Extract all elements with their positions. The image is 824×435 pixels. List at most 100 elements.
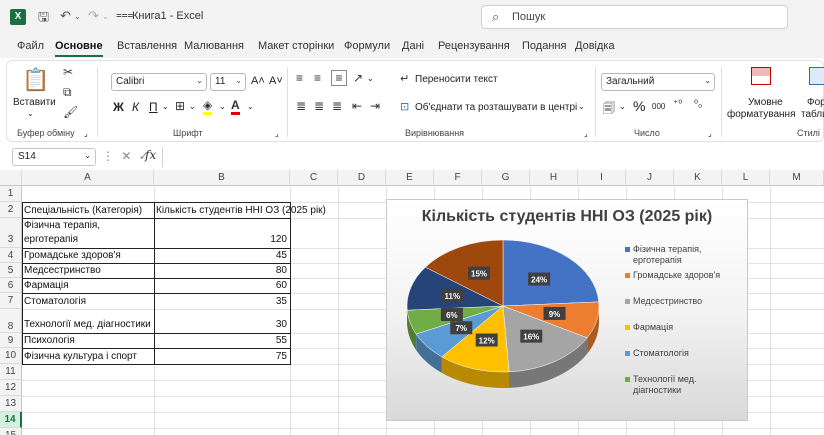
number-launcher-icon[interactable]: ⌟ [708, 129, 712, 138]
table-cell-value[interactable]: 45 [154, 249, 289, 263]
increase-font-button[interactable]: A˄ [251, 75, 265, 87]
column-header-b[interactable]: B [154, 170, 290, 186]
save-icon[interactable]: 🖫 [38, 8, 49, 30]
column-header-f[interactable]: F [434, 170, 482, 186]
alignment-launcher-icon[interactable]: ⌟ [584, 129, 588, 138]
column-header-l[interactable]: L [722, 170, 770, 186]
font-color-icon[interactable]: A [231, 98, 240, 115]
column-header-d[interactable]: D [338, 170, 386, 186]
tab-page-layout[interactable]: Макет сторінки [258, 40, 334, 52]
row-header-1[interactable]: 1 [0, 186, 22, 202]
table-cell-value[interactable]: 60 [154, 279, 289, 293]
undo-icon[interactable]: ↶ [60, 8, 71, 24]
table-cell-category[interactable]: Технології мед. діагностики [22, 318, 154, 332]
table-header-category[interactable]: Спеціальність (Категорія) [22, 203, 154, 218]
underline-dropdown-icon[interactable]: ⌄ [162, 102, 169, 111]
table-cell-value[interactable]: 120 [154, 233, 289, 247]
row-header-8[interactable]: 8 [0, 309, 22, 333]
table-cell-value[interactable]: 35 [154, 294, 289, 309]
borders-icon[interactable]: ⊞ [175, 99, 185, 113]
row-header-14[interactable]: 14 [0, 412, 22, 428]
table-cell-value[interactable]: 75 [154, 349, 289, 364]
table-cell-category[interactable]: Медсестринство [22, 264, 154, 278]
bold-button[interactable]: Ж [113, 100, 124, 114]
row-header-7[interactable]: 7 [0, 293, 22, 309]
column-header-e[interactable]: E [386, 170, 434, 186]
paste-dropdown-icon[interactable]: ⌄ [27, 109, 34, 118]
tab-home[interactable]: Основне [55, 40, 103, 57]
worksheet-grid[interactable]: A B C D E F G H I J K L M 1 2 3 4 5 6 7 … [0, 170, 824, 435]
font-color-dropdown-icon[interactable]: ⌄ [247, 102, 254, 111]
decrease-indent-icon[interactable]: ⇤ [352, 99, 362, 113]
tab-insert[interactable]: Вставлення [117, 40, 177, 52]
merge-center-icon[interactable]: ⊡ [400, 100, 409, 113]
align-center-icon[interactable]: ≣ [314, 99, 324, 113]
fill-color-dropdown-icon[interactable]: ⌄ [219, 102, 226, 111]
format-as-table-icon[interactable] [809, 67, 824, 85]
table-cell-value[interactable]: 80 [154, 264, 289, 278]
wrap-text-icon[interactable]: ↵ [400, 72, 409, 85]
cut-icon[interactable]: ✂ [63, 65, 73, 79]
table-cell-category[interactable]: Фізична терапія, [22, 219, 154, 233]
align-bottom-icon[interactable]: ≡ [331, 70, 347, 86]
tab-view[interactable]: Подання [522, 40, 566, 52]
font-launcher-icon[interactable]: ⌟ [275, 129, 279, 138]
row-header-5[interactable]: 5 [0, 263, 22, 278]
column-header-g[interactable]: G [482, 170, 530, 186]
accounting-dropdown-icon[interactable]: ⌄ [619, 102, 626, 111]
table-cell-category[interactable]: Психологія [22, 334, 154, 348]
merge-center-button[interactable]: Об'єднати та розташувати в центрі [415, 102, 577, 113]
orientation-dropdown-icon[interactable]: ⌄ [367, 74, 374, 83]
table-cell-category[interactable]: Фармація [22, 279, 154, 293]
row-header-15[interactable]: 15 [0, 428, 22, 435]
table-header-count[interactable]: Кількість студентів ННІ ОЗ (2025 рік) [154, 203, 338, 218]
format-painter-icon[interactable]: 🖌 [63, 105, 78, 119]
customize-toolbar-icon[interactable]: ⩶ [116, 10, 133, 21]
decrease-decimal-icon[interactable]: ⁰₀ [694, 99, 702, 110]
column-header-m[interactable]: M [770, 170, 824, 186]
conditional-formatting-icon[interactable] [751, 67, 771, 85]
paste-icon[interactable]: 📋 [22, 67, 49, 93]
more-icon[interactable]: ⋮ [102, 149, 114, 163]
tab-help[interactable]: Довідка [575, 40, 615, 52]
row-header-12[interactable]: 12 [0, 380, 22, 396]
align-left-icon[interactable]: ≣ [296, 99, 306, 113]
column-header-h[interactable]: H [530, 170, 578, 186]
orientation-icon[interactable]: ↗ [353, 71, 363, 85]
number-format-select[interactable]: Загальний ⌄ [601, 73, 715, 91]
table-cell-category[interactable]: Громадське здоров'я [22, 249, 154, 263]
table-cell-value[interactable]: 55 [154, 334, 289, 348]
wrap-text-button[interactable]: Переносити текст [415, 74, 498, 85]
increase-decimal-icon[interactable]: ⁺⁰ [673, 99, 682, 110]
tab-formulas[interactable]: Формули [344, 40, 390, 52]
cancel-entry-icon[interactable]: ✕ [121, 149, 131, 163]
pie-chart[interactable]: Кількість студентів ННІ ОЗ (2025 рік) 24… [386, 199, 748, 421]
align-top-icon[interactable]: ≡ [296, 71, 303, 85]
conditional-formatting-button[interactable]: Умовне [748, 97, 783, 108]
row-header-11[interactable]: 11 [0, 364, 22, 380]
row-header-4[interactable]: 4 [0, 248, 22, 263]
align-middle-icon[interactable]: ≡ [314, 71, 321, 85]
tab-draw[interactable]: Малювання [184, 40, 244, 52]
tab-file[interactable]: Файл [17, 40, 44, 52]
merge-dropdown-icon[interactable]: ⌄ [578, 102, 585, 111]
table-cell-value[interactable]: 30 [154, 318, 289, 332]
redo-icon[interactable]: ↷ [88, 8, 99, 24]
table-cell-category[interactable]: Фізична культура і спорт [22, 349, 154, 364]
redo-dropdown-icon[interactable]: ⌄ [102, 12, 109, 21]
name-box[interactable]: S14 ⌄ [12, 148, 96, 166]
search-box[interactable]: ⌕ Пошук [481, 5, 788, 29]
formula-input[interactable] [162, 147, 824, 167]
format-as-table-button[interactable]: Форм [807, 97, 824, 108]
column-header-k[interactable]: K [674, 170, 722, 186]
increase-indent-icon[interactable]: ⇥ [370, 99, 380, 113]
fill-color-icon[interactable]: ◈ [203, 98, 213, 115]
align-right-icon[interactable]: ≣ [332, 99, 342, 113]
column-header-i[interactable]: I [578, 170, 626, 186]
accounting-format-icon[interactable]: 🗐 [603, 99, 615, 120]
select-all-button[interactable] [0, 170, 22, 186]
column-header-c[interactable]: C [290, 170, 338, 186]
copy-icon[interactable]: ⧉ [63, 85, 72, 100]
percent-button[interactable]: % [633, 98, 645, 114]
comma-style-button[interactable]: 000 [652, 102, 665, 111]
